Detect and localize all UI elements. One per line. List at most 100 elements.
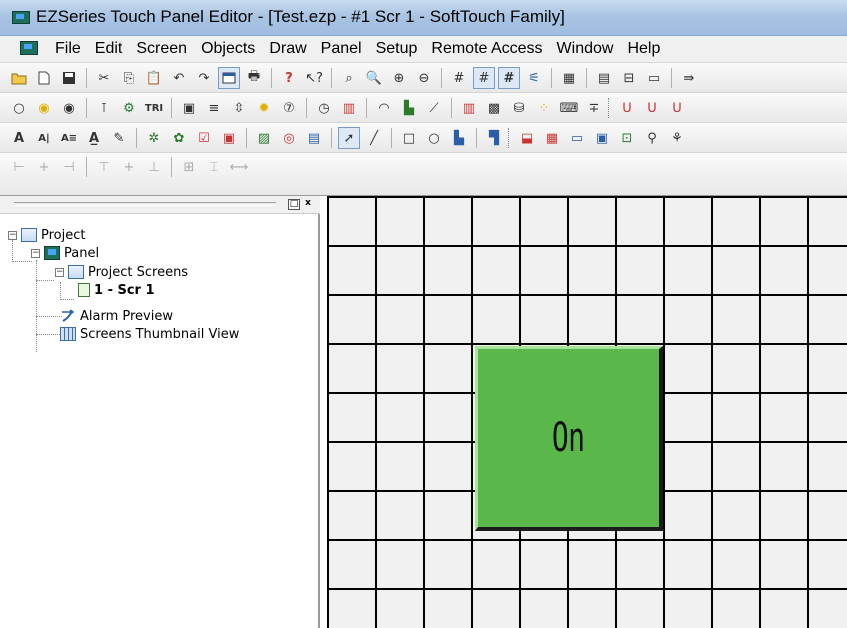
paste-icon[interactable]: 📋 bbox=[143, 67, 165, 89]
open-icon[interactable] bbox=[8, 67, 30, 89]
clock-icon[interactable]: ◷ bbox=[313, 97, 335, 119]
tri-state-label[interactable]: TRI bbox=[143, 97, 165, 119]
help-icon[interactable]: ? bbox=[278, 67, 300, 89]
toolbar-grip[interactable] bbox=[508, 128, 511, 148]
align-bottom-icon[interactable]: ⊥ bbox=[143, 156, 165, 178]
light-icon[interactable]: ✹ bbox=[253, 97, 275, 119]
cut-icon[interactable]: ✂ bbox=[93, 67, 115, 89]
tree-item-screen-1[interactable]: 1 - Scr 1 bbox=[78, 281, 155, 299]
same-width-icon[interactable]: ⟷ bbox=[228, 156, 250, 178]
context-help-icon[interactable]: ↖? bbox=[303, 67, 325, 89]
pointer-icon[interactable]: ➚ bbox=[338, 127, 360, 149]
tree-item-project-screens[interactable]: − Project Screens bbox=[55, 263, 188, 281]
menu-remote-access[interactable]: Remote Access bbox=[424, 39, 549, 59]
align-left-icon[interactable]: ⊢ bbox=[8, 156, 30, 178]
zoom-out-icon[interactable]: ⊖ bbox=[413, 67, 435, 89]
valve-icon[interactable]: ⚙ bbox=[118, 97, 140, 119]
rectangle-icon[interactable]: □ bbox=[398, 127, 420, 149]
fill-icon[interactable]: ▙ bbox=[448, 127, 470, 149]
menu-edit[interactable]: Edit bbox=[88, 39, 130, 59]
bargraph-icon[interactable]: ▥ bbox=[458, 97, 480, 119]
center-grid-icon[interactable]: ⊞ bbox=[178, 156, 200, 178]
menu-panel[interactable]: Panel bbox=[314, 39, 369, 59]
recipe-icon[interactable]: ◎ bbox=[278, 127, 300, 149]
close-pane-button[interactable]: x bbox=[302, 199, 314, 210]
tree-item-panel[interactable]: − Panel bbox=[31, 244, 99, 262]
screen-button-icon[interactable]: ⊡ bbox=[616, 127, 638, 149]
screen-icon[interactable]: ▤ bbox=[593, 67, 615, 89]
zoom-fit-icon[interactable]: 🔍 bbox=[363, 67, 385, 89]
bit-icon[interactable]: ᑌ bbox=[666, 97, 688, 119]
align-top-icon[interactable]: ⊤ bbox=[93, 156, 115, 178]
label-icon[interactable]: ▣ bbox=[218, 127, 240, 149]
graphic-icon[interactable]: ✲ bbox=[143, 127, 165, 149]
document-menu-icon[interactable] bbox=[20, 41, 38, 55]
toolbar-grip[interactable] bbox=[608, 98, 611, 118]
grid-view-icon[interactable] bbox=[218, 67, 240, 89]
text-icon[interactable]: A bbox=[8, 127, 30, 149]
trend-icon[interactable]: ⟋ bbox=[423, 97, 445, 119]
tree-item-project[interactable]: − Project bbox=[8, 226, 85, 244]
redo-icon[interactable]: ↷ bbox=[193, 67, 215, 89]
counter-icon[interactable]: ⑦ bbox=[278, 97, 300, 119]
frame-icon[interactable]: ▜ bbox=[483, 127, 505, 149]
restore-pane-button[interactable]: □ bbox=[288, 199, 300, 210]
menu-file[interactable]: File bbox=[48, 39, 88, 59]
new-icon[interactable] bbox=[33, 67, 55, 89]
on-pushbutton-object[interactable]: On bbox=[475, 346, 663, 531]
dynamic-text-icon[interactable]: A≡ bbox=[58, 127, 80, 149]
tool-icon[interactable]: ⚲ bbox=[641, 127, 663, 149]
line-icon[interactable]: ╱ bbox=[363, 127, 385, 149]
multi-light-icon[interactable]: ᑌ bbox=[641, 97, 663, 119]
popup-icon[interactable]: ▣ bbox=[591, 127, 613, 149]
meter-icon[interactable]: ▩ bbox=[483, 97, 505, 119]
tank-icon[interactable]: ⛁ bbox=[508, 97, 530, 119]
radio-icon[interactable]: ◉ bbox=[58, 97, 80, 119]
tree-item-thumbnail-view[interactable]: Screens Thumbnail View bbox=[60, 325, 239, 343]
numeric-icon[interactable]: ▣ bbox=[178, 97, 200, 119]
keypad-icon[interactable]: ⌨ bbox=[558, 97, 580, 119]
image-icon[interactable]: ▭ bbox=[566, 127, 588, 149]
color-icon[interactable]: ▤ bbox=[303, 127, 325, 149]
save-icon[interactable] bbox=[58, 67, 80, 89]
grid-snap-icon[interactable]: # bbox=[473, 67, 495, 89]
menu-screen[interactable]: Screen bbox=[129, 39, 194, 59]
panel-icon[interactable]: ▦ bbox=[558, 67, 580, 89]
message-board-icon[interactable]: ⬓ bbox=[516, 127, 538, 149]
align-right-icon[interactable]: ⊣ bbox=[58, 156, 80, 178]
pane-grip[interactable] bbox=[14, 202, 276, 206]
lamps-icon[interactable]: ⁘ bbox=[533, 97, 555, 119]
picture-icon[interactable]: ✿ bbox=[168, 127, 190, 149]
menu-objects[interactable]: Objects bbox=[194, 39, 262, 59]
tree-item-alarm-preview[interactable]: Alarm Preview bbox=[60, 307, 173, 325]
copy-icon[interactable]: ⎘ bbox=[118, 67, 140, 89]
indicator-icon[interactable]: ◉ bbox=[33, 97, 55, 119]
menu-help[interactable]: Help bbox=[620, 39, 667, 59]
circle-icon[interactable]: ○ bbox=[8, 97, 30, 119]
message-icon[interactable]: ▥ bbox=[338, 97, 360, 119]
print-icon[interactable]: 🖶 bbox=[243, 67, 265, 89]
alarm-icon[interactable]: ⚟ bbox=[523, 67, 545, 89]
forward-icon[interactable]: ⇛ bbox=[678, 67, 700, 89]
switch-icon[interactable]: ⊺ bbox=[93, 97, 115, 119]
chart-icon[interactable]: ▙ bbox=[398, 97, 420, 119]
menu-window[interactable]: Window bbox=[550, 39, 621, 59]
static-text-icon[interactable]: A| bbox=[33, 127, 55, 149]
collapse-icon[interactable]: − bbox=[55, 267, 64, 277]
selector-icon[interactable]: ⇳ bbox=[228, 97, 250, 119]
menu-setup[interactable]: Setup bbox=[369, 39, 425, 59]
pilot-light-icon[interactable]: ᑌ bbox=[616, 97, 638, 119]
grid-dense-icon[interactable]: # bbox=[498, 67, 520, 89]
checkbox-icon[interactable]: ☑ bbox=[193, 127, 215, 149]
list-icon[interactable]: ≡ bbox=[203, 97, 225, 119]
tag-icon[interactable]: ▭ bbox=[643, 67, 665, 89]
grid-icon[interactable]: # bbox=[448, 67, 470, 89]
same-height-icon[interactable]: ⌶ bbox=[203, 156, 225, 178]
screen-canvas[interactable]: On bbox=[327, 196, 847, 628]
find-icon[interactable]: ⌕ bbox=[338, 67, 360, 89]
edit-text-icon[interactable]: ✎ bbox=[108, 127, 130, 149]
align-middle-icon[interactable]: + bbox=[118, 156, 140, 178]
menu-draw[interactable]: Draw bbox=[262, 39, 313, 59]
bitmap-text-icon[interactable]: A̲ bbox=[83, 127, 105, 149]
collapse-icon[interactable]: − bbox=[8, 230, 17, 240]
